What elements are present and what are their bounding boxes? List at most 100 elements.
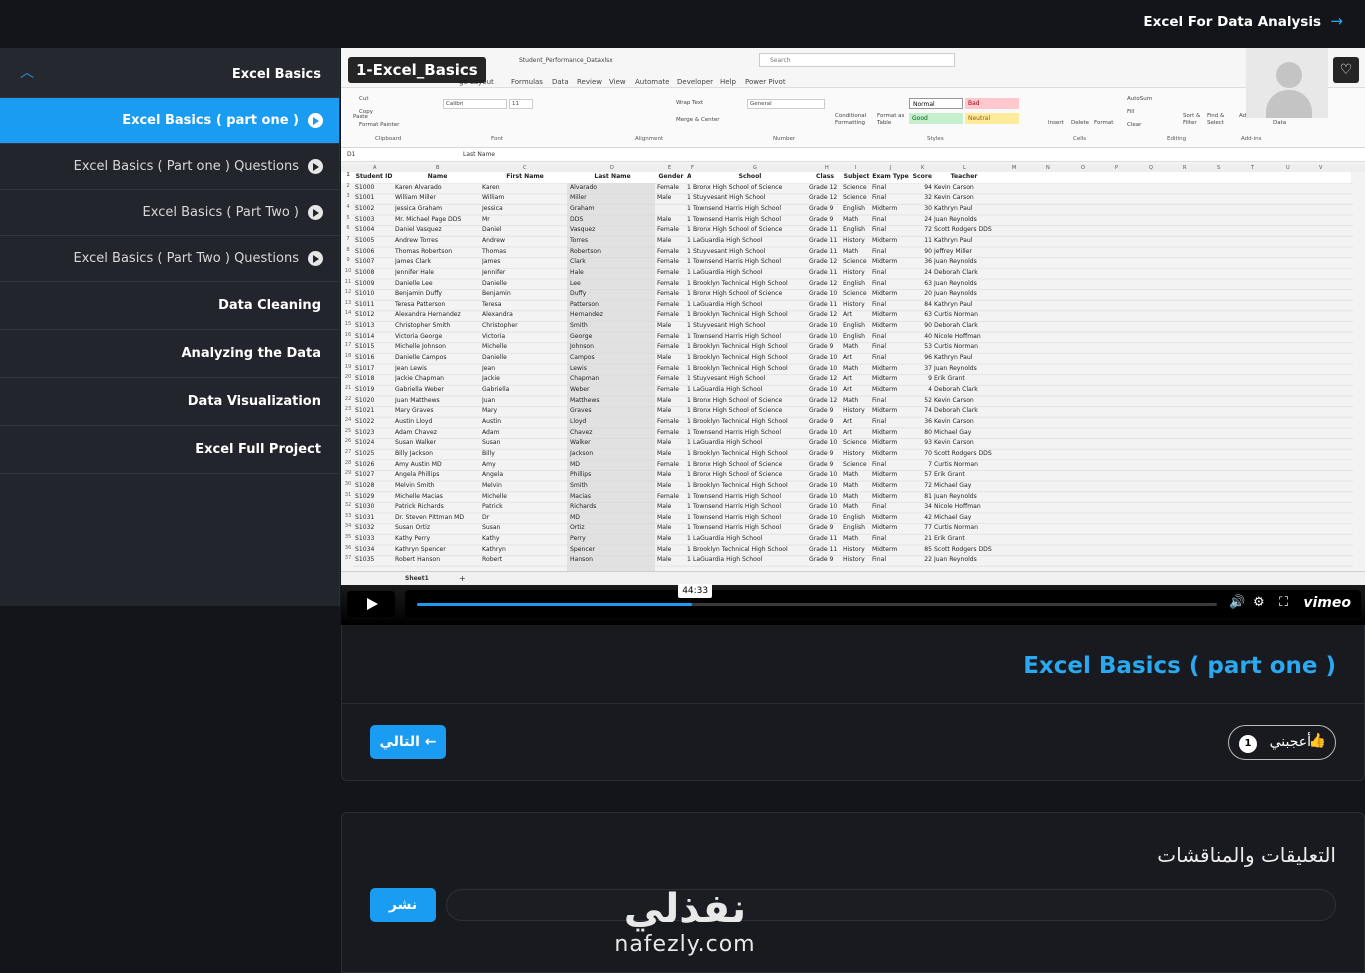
column-letter[interactable]: J	[890, 165, 891, 171]
excel-cell[interactable]: Duffy	[570, 290, 655, 297]
excel-cell[interactable]: Hale	[570, 269, 655, 276]
excel-data-row[interactable]: 5 S1003Mr. Michael Page DDSMrDDSMale16Tow…	[341, 215, 1351, 226]
column-letter[interactable]: N	[1046, 165, 1050, 171]
excel-data-row[interactable]: 16 S1014 Victoria George Victoria George Fema…	[341, 332, 1351, 343]
excel-cell[interactable]: Nicole Hoffman	[934, 503, 994, 510]
excel-cell[interactable]: Grade 11	[809, 226, 841, 233]
column-letter[interactable]: O	[1081, 165, 1085, 171]
excel-cell[interactable]: Grade 10	[809, 386, 841, 393]
excel-cell[interactable]: 30	[911, 205, 932, 212]
excel-cell[interactable]: Erik Grant	[934, 375, 994, 382]
excel-cell[interactable]: Grade 11	[809, 269, 841, 276]
excel-cell[interactable]: Dr	[482, 514, 568, 521]
lesson-item-part-one-questions[interactable]: Excel Basics ( Part one ) Questions	[0, 144, 339, 190]
excel-cell[interactable]: Midterm	[872, 450, 909, 457]
excel-cell[interactable]: Townsend Harris High School	[693, 205, 807, 212]
excel-cell[interactable]: Grade 9	[809, 407, 841, 414]
excel-cell[interactable]: Grade 11	[809, 535, 841, 542]
course-title[interactable]: Excel For Data Analysis	[1143, 14, 1321, 30]
excel-cell[interactable]: Math	[843, 216, 870, 223]
excel-cell[interactable]: Male	[657, 503, 685, 510]
excel-cell[interactable]: Final	[872, 184, 909, 191]
excel-cell[interactable]: Female	[657, 429, 685, 436]
excel-cell[interactable]: S1014	[355, 333, 393, 340]
excel-cell[interactable]: Final	[872, 535, 909, 542]
excel-cell[interactable]: 16	[687, 524, 691, 531]
excel-cell[interactable]: Grade 10	[809, 471, 841, 478]
excel-cell[interactable]: Juan Reynolds	[934, 216, 994, 223]
excel-cell[interactable]: Townsend Harris High School	[693, 216, 807, 223]
excel-cell[interactable]: Age	[687, 173, 691, 180]
excel-cell[interactable]: Brooklyn Technical High School	[693, 482, 807, 489]
excel-cell[interactable]: Art	[843, 311, 870, 318]
excel-data-row[interactable]: 24S1022Austin LloydAustinLloydFemale17Br…	[341, 417, 1351, 428]
excel-cell[interactable]: School	[693, 173, 807, 180]
excel-cell[interactable]: Grade 12	[809, 184, 841, 191]
column-letter[interactable]: L	[963, 165, 966, 171]
excel-cell[interactable]: Art	[843, 375, 870, 382]
excel-cell[interactable]: S1031	[355, 514, 393, 521]
excel-cell[interactable]: 15	[687, 397, 691, 404]
excel-cell[interactable]: Thomas Robertson	[395, 248, 480, 255]
excel-cell[interactable]: Angela	[482, 471, 568, 478]
excel-cell[interactable]: Smith	[570, 482, 655, 489]
excel-cell[interactable]: Midterm	[872, 386, 909, 393]
excel-cell[interactable]: Midterm	[872, 237, 909, 244]
excel-cell[interactable]: Andrew Torres	[395, 237, 480, 244]
excel-cell[interactable]: Grade 10	[809, 514, 841, 521]
excel-cell[interactable]: Michelle	[482, 493, 568, 500]
column-letter[interactable]: K	[921, 165, 924, 171]
excel-cell[interactable]: Christopher	[482, 322, 568, 329]
excel-cell[interactable]: LaGuardia High School	[693, 386, 807, 393]
excel-cell[interactable]: Kathryn	[482, 546, 568, 553]
excel-cell[interactable]: Kathryn Paul	[934, 301, 994, 308]
excel-cell[interactable]: Math	[843, 493, 870, 500]
excel-cell[interactable]: Matthews	[570, 397, 655, 404]
excel-cell[interactable]: Jackie	[482, 375, 568, 382]
excel-cell[interactable]: 15	[687, 290, 691, 297]
excel-cell[interactable]: 18	[687, 493, 691, 500]
excel-cell[interactable]: Stuyvesant High School	[693, 375, 807, 382]
excel-cell[interactable]: 14	[687, 248, 691, 255]
excel-cell[interactable]: Benjamin Duffy	[395, 290, 480, 297]
excel-cell[interactable]: 18	[687, 237, 691, 244]
excel-cell[interactable]: 9	[911, 375, 932, 382]
excel-data-row[interactable]: 19S1017Jean LewisJeanLewisFemale16Brookl…	[341, 364, 1351, 375]
excel-cell[interactable]: S1030	[355, 503, 393, 510]
excel-cell[interactable]: S1007	[355, 258, 393, 265]
excel-cell[interactable]: Male	[657, 514, 685, 521]
column-letter[interactable]: G	[753, 165, 757, 171]
excel-data-row[interactable]: 15 S1013 Christopher Smith Christopher Smith…	[341, 321, 1351, 332]
excel-cell[interactable]: Patrick Richards	[395, 503, 480, 510]
excel-cell[interactable]: Scott Rodgers DDS	[934, 546, 994, 553]
excel-cell[interactable]: 17	[687, 322, 691, 329]
excel-cell[interactable]: S1025	[355, 450, 393, 457]
excel-cell[interactable]: Art	[843, 354, 870, 361]
excel-cell[interactable]: 15	[687, 482, 691, 489]
excel-cell[interactable]: Male	[657, 535, 685, 542]
excel-data-row[interactable]: 14 S1012 Alexandra Hernandez Alexandra Herna…	[341, 310, 1351, 321]
excel-cell[interactable]: 21	[911, 535, 932, 542]
excel-cell[interactable]: Grade 12	[809, 397, 841, 404]
excel-cell[interactable]: First Name	[482, 173, 568, 180]
excel-cell[interactable]: Curtis Norman	[934, 311, 994, 318]
excel-cell[interactable]: Grade 10	[809, 290, 841, 297]
excel-cell[interactable]: 77	[911, 524, 932, 531]
like-button[interactable]: 1 أعجبني 👍	[1228, 725, 1336, 760]
excel-cell[interactable]: Midterm	[872, 439, 909, 446]
excel-cell[interactable]: S1035	[355, 556, 393, 563]
excel-cell[interactable]: 17	[687, 184, 691, 191]
excel-cell[interactable]: 14	[687, 386, 691, 393]
excel-cell[interactable]: Female	[657, 343, 685, 350]
excel-cell[interactable]: George	[570, 333, 655, 340]
excel-cell[interactable]: Melvin Smith	[395, 482, 480, 489]
excel-cell[interactable]: Midterm	[872, 493, 909, 500]
excel-cell[interactable]: Teresa Patterson	[395, 301, 480, 308]
excel-cell[interactable]: Jeffrey Miller	[934, 248, 994, 255]
excel-cell[interactable]: Jessica	[482, 205, 568, 212]
excel-cell[interactable]: Grade 10	[809, 333, 841, 340]
excel-cell[interactable]: Female	[657, 280, 685, 287]
settings-gear-icon[interactable]: ⚙	[1253, 595, 1265, 610]
excel-cell[interactable]: History	[843, 237, 870, 244]
column-letter[interactable]: U	[1286, 165, 1290, 171]
